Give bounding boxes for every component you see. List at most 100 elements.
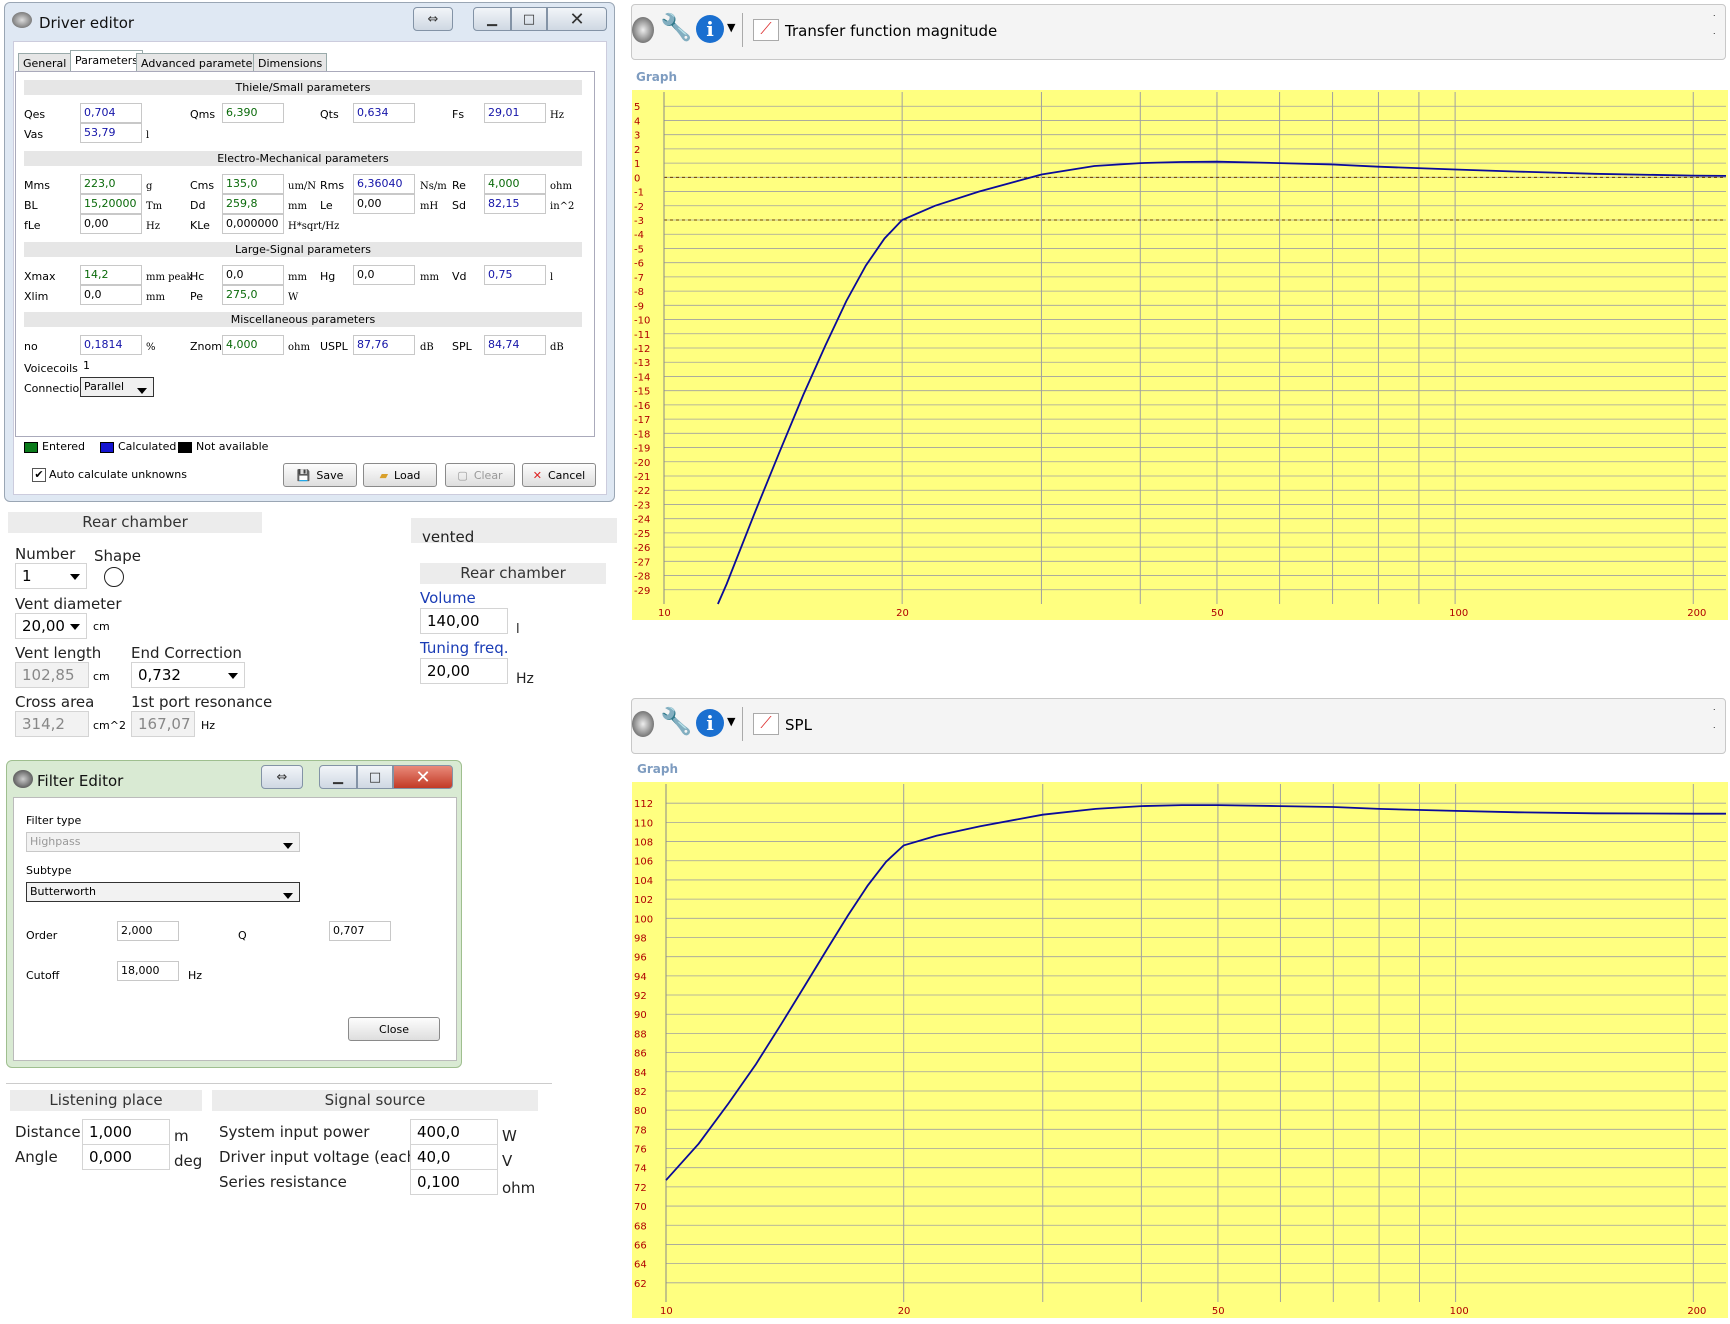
no-field[interactable]: 0,1814 — [80, 335, 142, 355]
close-button[interactable]: ✕ — [393, 765, 453, 789]
info-icon[interactable]: i — [696, 709, 724, 737]
toolbar-scroll-icon[interactable]: ˙ ˙ — [1712, 705, 1717, 741]
series-resistance-field[interactable]: 0,100 — [410, 1169, 498, 1195]
spl-y-tick-label: 88 — [634, 1029, 647, 1040]
volume-field[interactable]: 140,00 — [420, 608, 508, 634]
pe-field[interactable]: 275,0 — [222, 285, 284, 305]
wrench-icon[interactable]: 🔧 — [660, 707, 692, 737]
xlim-field[interactable]: 0,0 — [80, 285, 142, 305]
subtype-select[interactable]: Butterworth — [26, 882, 300, 902]
minimize-button[interactable]: ▁ — [473, 7, 511, 31]
connection-select[interactable]: Parallel — [80, 377, 154, 397]
tab-dimensions[interactable]: Dimensions — [253, 53, 328, 73]
fs-field[interactable]: 29,01 — [484, 103, 546, 123]
spl-chart[interactable]: 112 110 108 106 104 102 100 98 96 94 92 90 88 86 84 82 8… — [632, 782, 1728, 1318]
uspl-field[interactable]: 87,76 — [353, 335, 415, 355]
resize-icon[interactable]: ⇔ — [261, 765, 303, 789]
end-correction-select[interactable]: 0,732 — [131, 662, 245, 688]
tf-y-tick-label: -6 — [634, 259, 644, 270]
close-button[interactable]: ✕ — [547, 7, 607, 31]
vd-label: Vd — [452, 270, 467, 283]
vent-diameter-select[interactable]: 20,00 — [15, 613, 87, 639]
number-select[interactable]: 1 — [15, 563, 87, 589]
clear-button[interactable]: ▢ Clear — [445, 463, 515, 487]
maximize-button[interactable]: □ — [511, 7, 547, 31]
legend-calculated: Calculated — [100, 440, 176, 453]
xlim-label: Xlim — [24, 290, 49, 303]
dd-field[interactable]: 259,8 — [222, 194, 284, 214]
qes-field[interactable]: 0,704 — [80, 103, 142, 123]
load-button[interactable]: ▰ Load — [363, 463, 437, 487]
resize-icon[interactable]: ⇔ — [413, 7, 453, 31]
speaker-icon[interactable] — [632, 17, 654, 43]
legend-na-swatch — [178, 441, 192, 453]
spl-y-tick-label: 72 — [634, 1183, 647, 1194]
spl-x-tick-label: 10 — [660, 1306, 673, 1317]
tf-y-tick-label: -21 — [634, 472, 650, 483]
rms-field[interactable]: 6,36040 — [353, 174, 415, 194]
filter-editor-titlebar[interactable]: Filter Editor ⇔ ▁ □ ✕ — [7, 761, 461, 799]
fle-unit: Hz — [146, 221, 160, 232]
save-button[interactable]: 💾 Save — [283, 463, 357, 487]
qts-field[interactable]: 0,634 — [353, 103, 415, 123]
power-field[interactable]: 400,0 — [410, 1119, 498, 1145]
angle-field[interactable]: 0,000 — [82, 1144, 170, 1170]
le-field[interactable]: 0,00 — [353, 194, 415, 214]
hc-field[interactable]: 0,0 — [222, 265, 284, 285]
kle-field[interactable]: 0,000000 — [222, 214, 284, 234]
cancel-button[interactable]: ✕ Cancel — [522, 463, 596, 487]
kle-unit: H*sqrt/Hz — [288, 221, 340, 232]
toolbar-divider — [742, 707, 743, 741]
xmax-field[interactable]: 14,2 — [80, 265, 142, 285]
cms-field[interactable]: 135,0 — [222, 174, 284, 194]
tab-parameters[interactable]: Parameters — [70, 50, 143, 73]
filter-close-button[interactable]: Close — [348, 1017, 440, 1041]
order-field[interactable]: 2,000 — [117, 921, 179, 941]
tab-general[interactable]: General — [18, 53, 72, 73]
tab-advanced-parameters[interactable]: Advanced parameters — [136, 53, 268, 73]
voicecoils-field[interactable]: 1 — [80, 357, 142, 377]
chevron-down-icon[interactable]: ▼ — [727, 21, 735, 34]
toolbar-scroll-icon[interactable]: ˙ ˙ — [1712, 11, 1717, 47]
mms-field[interactable]: 223,0 — [80, 174, 142, 194]
voicecoils-label: Voicecoils — [24, 362, 78, 375]
spl-y-tick-label: 92 — [634, 991, 647, 1002]
info-icon[interactable]: i — [696, 15, 724, 43]
fle-field[interactable]: 0,00 — [80, 214, 142, 234]
tf-y-tick-label: -16 — [634, 401, 650, 412]
znom-field[interactable]: 4,000 — [222, 335, 284, 355]
vas-field[interactable]: 53,79 — [80, 123, 142, 143]
auto-calc-checkbox[interactable]: ✔ Auto calculate unknowns — [32, 468, 187, 482]
cutoff-field[interactable]: 18,000 — [117, 961, 179, 981]
checkbox-checked-icon[interactable]: ✔ — [32, 468, 46, 482]
le-unit: mH — [420, 201, 439, 212]
circle-shape-icon[interactable] — [104, 567, 124, 587]
wrench-icon[interactable]: 🔧 — [660, 13, 692, 43]
re-field[interactable]: 4,000 — [484, 174, 546, 194]
bl-field[interactable]: 15,20000 — [80, 194, 142, 214]
qms-field[interactable]: 6,390 — [222, 103, 284, 123]
sd-field[interactable]: 82,15 — [484, 194, 546, 214]
tf-y-tick-label: -8 — [634, 287, 644, 298]
distance-field[interactable]: 1,000 — [82, 1119, 170, 1145]
tuning-field[interactable]: 20,00 — [420, 658, 508, 684]
chevron-down-icon[interactable]: ▼ — [727, 715, 735, 728]
spl-field[interactable]: 84,74 — [484, 335, 546, 355]
minimize-button[interactable]: ▁ — [319, 765, 357, 789]
cutoff-unit: Hz — [188, 969, 203, 982]
tf-chart[interactable]: 543210-1-2-3-4-5-6-7-8-9-10-11-12-13-14-… — [632, 90, 1728, 620]
vas-unit: l — [146, 130, 150, 141]
driver-editor-titlebar[interactable]: Driver editor ⇔ ▁ □ ✕ — [5, 3, 614, 41]
hg-field[interactable]: 0,0 — [353, 265, 415, 285]
vd-field[interactable]: 0,75 — [484, 265, 546, 285]
maximize-button[interactable]: □ — [357, 765, 393, 789]
tf-x-tick-label: 50 — [1211, 608, 1224, 619]
port-resonance-label: 1st port resonance — [131, 693, 273, 711]
q-field[interactable]: 0,707 — [329, 921, 391, 941]
power-label: System input power — [219, 1123, 370, 1141]
cross-area-field: 314,2 — [15, 711, 89, 737]
angle-unit: deg — [174, 1152, 203, 1170]
voltage-field[interactable]: 40,0 — [410, 1144, 498, 1170]
legend-entered: Entered — [24, 440, 85, 453]
speaker-icon[interactable] — [632, 711, 654, 737]
